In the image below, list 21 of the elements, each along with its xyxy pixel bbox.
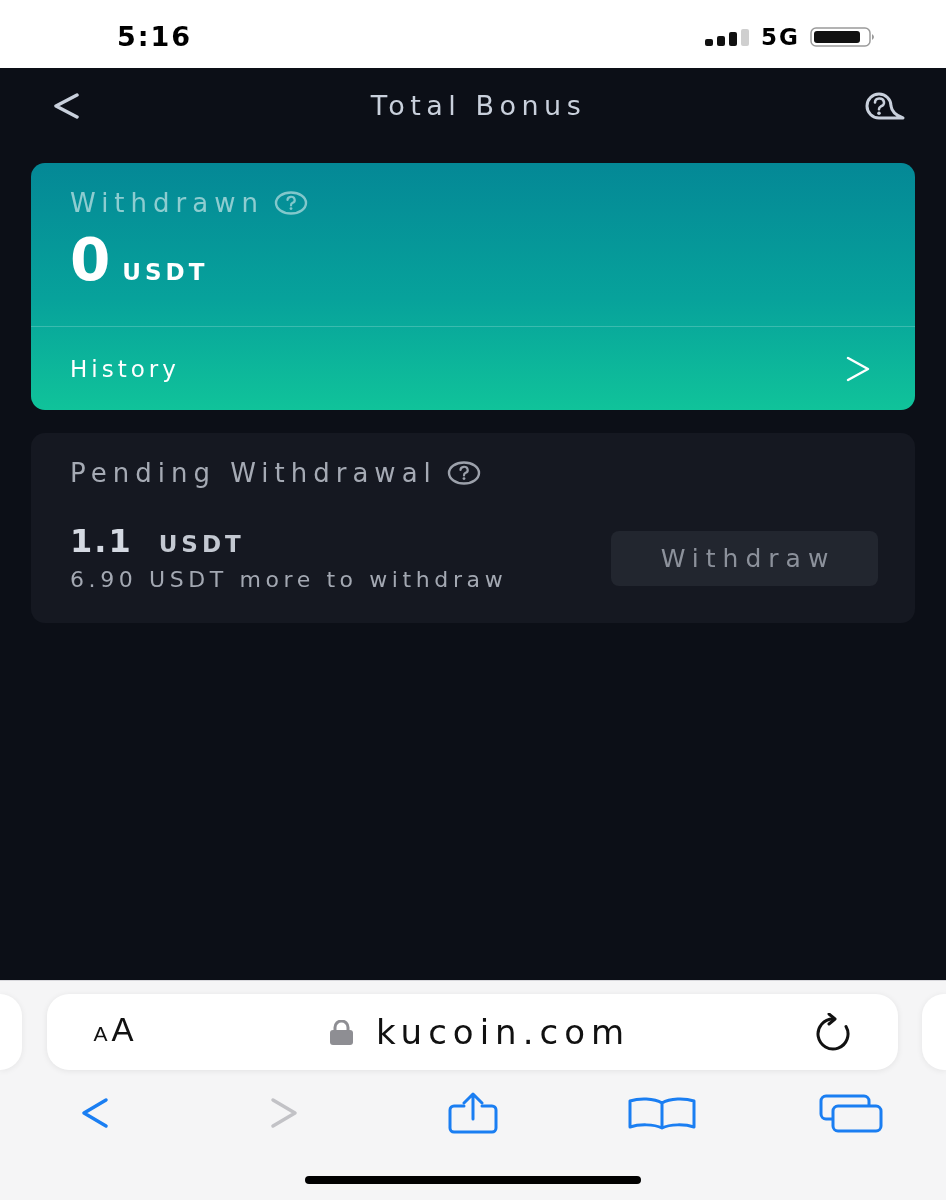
chevron-right-icon xyxy=(846,355,870,382)
back-icon[interactable] xyxy=(52,93,80,119)
network-label: 5G xyxy=(761,24,800,50)
currency-label: USDT xyxy=(122,259,209,285)
lock-icon xyxy=(328,1019,354,1045)
pending-amount: 1.1 xyxy=(70,524,133,558)
book-icon[interactable] xyxy=(627,1095,698,1130)
text-size-button[interactable]: AA xyxy=(93,1013,138,1051)
withdrawn-label: Withdrawn xyxy=(70,188,264,218)
status-time: 5:16 xyxy=(117,22,193,52)
signal-icon xyxy=(705,28,752,46)
page-title: Total Bonus xyxy=(370,90,587,122)
help-icon[interactable] xyxy=(446,461,481,485)
battery-icon xyxy=(810,27,876,47)
pending-label: Pending Withdrawal xyxy=(70,458,437,488)
currency-label: USDT xyxy=(158,530,245,559)
withdrawn-amount: 0 xyxy=(70,230,111,290)
withdraw-threshold-note: 6.90 USDT more to withdraw xyxy=(70,567,508,593)
address-bar[interactable]: AA kucoin.com xyxy=(46,994,898,1070)
url-text: kucoin.com xyxy=(375,1012,631,1052)
tabs-icon[interactable] xyxy=(818,1092,885,1133)
